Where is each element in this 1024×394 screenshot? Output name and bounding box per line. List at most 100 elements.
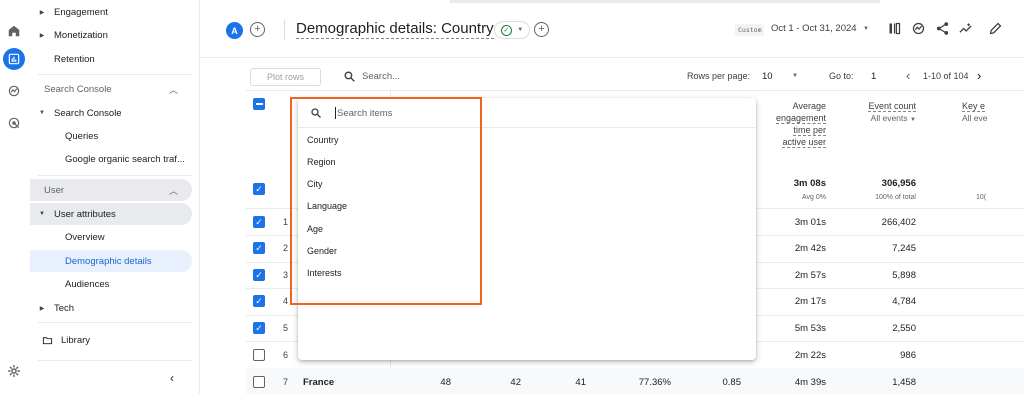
caret-down-icon[interactable]: ▼: [863, 26, 869, 32]
caret-down-icon: ▼: [39, 110, 45, 116]
plot-rows-button[interactable]: Plot rows: [250, 68, 321, 86]
page-header: A + Demographic details: Country ✓ ▼ + C…: [200, 0, 1024, 58]
table-border: [246, 90, 1024, 91]
chevron-up-icon: ︿: [168, 84, 178, 95]
row-checkbox[interactable]: ✓: [253, 295, 265, 307]
settings-icon[interactable]: [3, 360, 25, 382]
row-number: 3: [283, 270, 289, 280]
explore-icon[interactable]: [3, 80, 25, 102]
row-dimension-value: France: [303, 377, 335, 388]
left-rail: [0, 0, 30, 394]
rows-per-page-select[interactable]: 10: [762, 71, 773, 82]
page-title[interactable]: Demographic details: Country: [296, 20, 494, 39]
total-key-events-sub: 10(: [976, 194, 987, 201]
nav-section-user[interactable]: User ︿: [30, 179, 192, 201]
customize-report-icon[interactable]: [886, 20, 902, 36]
share-icon[interactable]: [934, 20, 950, 36]
custom-date-tag: Custom: [735, 24, 765, 36]
nav-item-audiences[interactable]: Audiences: [30, 273, 192, 295]
next-page-icon[interactable]: ›: [977, 68, 981, 83]
goto-page-input[interactable]: 1: [871, 71, 876, 82]
column-header-key-events[interactable]: Key e All eve: [956, 100, 1024, 124]
add-comparison-icon[interactable]: +: [250, 22, 265, 37]
cell-engagement: 4m 39s: [794, 377, 826, 388]
comparison-avatar[interactable]: A: [226, 22, 243, 39]
top-scroll-bar: [450, 0, 880, 3]
nav-section-search-console[interactable]: Search Console ︿: [30, 78, 192, 100]
advertising-icon[interactable]: [3, 112, 25, 134]
table-search-input[interactable]: Search...: [362, 71, 400, 82]
goto-label: Go to:: [829, 71, 854, 81]
cell-event-count: 1,458: [892, 377, 916, 388]
search-icon: [344, 71, 355, 82]
row-number: 2: [283, 243, 289, 253]
cell-sessions-per-user: 0.85: [722, 377, 742, 388]
cell-engagement: 5m 53s: [794, 323, 826, 334]
nav-item-monetization[interactable]: ▶ Monetization: [30, 24, 192, 46]
row-checkbox[interactable]: [253, 376, 265, 388]
cell-new-users: 42: [510, 377, 521, 388]
select-all-checkbox[interactable]: [253, 98, 265, 110]
date-range-picker[interactable]: Oct 1 - Oct 31, 2024: [771, 23, 857, 34]
cell-event-count: 5,898: [892, 270, 916, 281]
report-status-button[interactable]: ✓ ▼: [494, 21, 530, 39]
total-avg-engagement-sub: Avg 0%: [802, 194, 826, 201]
row-number: 6: [283, 350, 289, 360]
cell-engagement: 2m 57s: [794, 270, 826, 281]
nav-item-engagement[interactable]: ▶ Engagement: [30, 1, 192, 23]
caret-right-icon: ▶: [39, 32, 45, 39]
folder-icon: [42, 336, 53, 344]
caret-down-icon[interactable]: ▼: [792, 73, 798, 79]
row-number: 5: [283, 323, 289, 333]
row-checkbox[interactable]: ✓: [253, 242, 265, 254]
annotation-highlight-box: [290, 97, 482, 305]
row-checkbox[interactable]: ✓: [253, 322, 265, 334]
nav-item-library[interactable]: Library: [30, 329, 192, 351]
total-avg-engagement: 3m 08s: [793, 178, 826, 189]
chevron-up-icon: ︿: [168, 185, 178, 196]
previous-page-icon[interactable]: ‹: [906, 68, 910, 83]
column-header-event-count[interactable]: Event count All events ▼: [846, 100, 916, 126]
cell-event-count: 2,550: [892, 323, 916, 334]
nav-divider: [38, 322, 192, 323]
collapse-sidebar-icon[interactable]: ‹: [170, 371, 174, 385]
nav-divider: [38, 360, 192, 361]
insights-icon[interactable]: [957, 20, 973, 36]
row-checkbox[interactable]: [253, 349, 265, 361]
nav-sidebar: ▶ Engagement ▶ Monetization Retention Se…: [30, 0, 200, 394]
table-toolbar: Plot rows Search... Rows per page: 10 ▼ …: [246, 64, 996, 90]
nav-item-tech[interactable]: ▶ Tech: [30, 297, 192, 319]
cell-engagement: 2m 22s: [794, 350, 826, 361]
compare-icon[interactable]: [910, 20, 926, 36]
nav-divider: [38, 175, 192, 176]
nav-item-demographic-details[interactable]: Demographic details: [30, 250, 192, 272]
caret-down-icon: ▼: [517, 27, 524, 33]
caret-down-icon: ▼: [39, 211, 45, 217]
column-header-avg-engagement[interactable]: Average engagement time per active user: [746, 100, 826, 148]
cell-active-users: 48: [440, 377, 451, 388]
nav-item-google-organic[interactable]: Google organic search traf...: [30, 148, 192, 170]
row-number: 7: [283, 377, 289, 387]
edit-pencil-icon[interactable]: [987, 20, 1003, 36]
caret-right-icon: ▶: [39, 9, 45, 16]
page-range: 1-10 of 104: [923, 71, 969, 81]
totals-checkbox[interactable]: ✓: [253, 183, 265, 195]
row-checkbox[interactable]: ✓: [253, 269, 265, 281]
nav-item-search-console[interactable]: ▼ Search Console: [30, 102, 192, 124]
cell-event-count: 7,245: [892, 243, 916, 254]
cell-engaged-sessions: 41: [575, 377, 586, 388]
nav-item-retention[interactable]: Retention: [30, 48, 192, 70]
nav-item-user-attributes[interactable]: ▼ User attributes: [30, 203, 192, 225]
caret-down-icon[interactable]: ▼: [910, 117, 916, 123]
home-icon[interactable]: [3, 20, 25, 42]
nav-item-overview[interactable]: Overview: [30, 226, 192, 248]
row-checkbox[interactable]: ✓: [253, 216, 265, 228]
nav-item-queries[interactable]: Queries: [30, 125, 192, 147]
check-circle-icon: ✓: [500, 24, 512, 36]
reports-icon[interactable]: [3, 48, 25, 70]
nav-divider: [38, 74, 192, 75]
add-filter-icon[interactable]: +: [534, 22, 549, 37]
cell-event-count: 266,402: [881, 217, 916, 228]
row-number: 4: [283, 296, 289, 306]
rows-per-page-label: Rows per page:: [687, 71, 751, 81]
